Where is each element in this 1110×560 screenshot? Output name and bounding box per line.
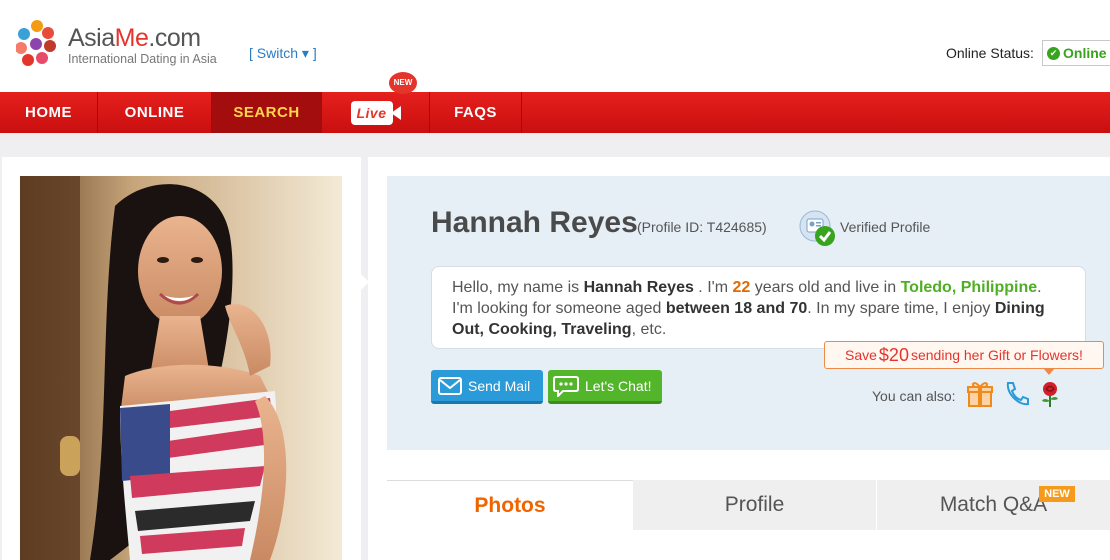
nav-home[interactable]: HOME [0, 92, 98, 133]
nav-live[interactable]: Live [322, 92, 430, 133]
profile-photo-image [20, 176, 342, 560]
nav-live-new-badge: NEW [389, 72, 417, 94]
lets-chat-label: Let's Chat! [585, 377, 652, 394]
tab-match-qa[interactable]: Match Q&A [877, 480, 1110, 530]
profile-name: Hannah Reyes [431, 206, 638, 239]
asiame-logo-icon[interactable] [16, 18, 58, 70]
profile-bio: Hello, my name is Hannah Reyes . I'm 22 … [431, 266, 1086, 349]
phone-icon[interactable] [1002, 380, 1030, 408]
rose-icon[interactable] [1036, 380, 1064, 408]
send-mail-button[interactable]: Send Mail [431, 370, 543, 404]
main-nav: HOME ONLINE SEARCH Live FAQS [0, 92, 1110, 133]
nav-online-label: ONLINE [124, 104, 185, 121]
nav-faqs-label: FAQS [454, 104, 497, 121]
online-status-label: Online Status: [946, 45, 1034, 61]
lets-chat-button[interactable]: Let's Chat! [548, 370, 662, 404]
online-status-select[interactable]: ✔ Online [1042, 40, 1110, 66]
check-circle-icon: ✔ [1047, 46, 1060, 60]
online-status-value: Online [1063, 45, 1107, 61]
nav-search[interactable]: SEARCH [212, 92, 322, 133]
profile-main-photo[interactable] [20, 176, 342, 560]
envelope-icon [438, 376, 462, 395]
gift-icon[interactable] [966, 380, 994, 408]
tab-profile-label: Profile [724, 493, 785, 516]
chat-bubble-icon [553, 375, 579, 397]
brand-tagline: International Dating in Asia [68, 52, 217, 66]
tab-match-qa-new-badge: NEW [1039, 486, 1075, 502]
profile-photo-card [2, 157, 369, 560]
tab-match-qa-label: Match Q&A [939, 493, 1048, 516]
nav-live-label: Live [350, 100, 393, 125]
profile-id: (Profile ID: T424685) [637, 219, 767, 235]
profile-tabs: Photos Profile Match Q&A [387, 480, 1110, 530]
nav-search-label: SEARCH [233, 104, 300, 121]
site-header: AsiaMe.com International Dating in Asia … [0, 0, 1110, 92]
verified-profile-label: Verified Profile [840, 219, 931, 235]
send-mail-label: Send Mail [468, 377, 531, 394]
nav-online[interactable]: ONLINE [98, 92, 212, 133]
nav-home-label: HOME [25, 104, 72, 121]
switch-link[interactable]: [ Switch ▾ ] [249, 45, 317, 62]
nav-faqs[interactable]: FAQS [430, 92, 522, 133]
tab-photos[interactable]: Photos [387, 480, 633, 530]
tab-photos-label: Photos [474, 493, 546, 517]
gift-promo-tooltip: Save $20 sending her Gift or Flowers! [824, 341, 1104, 375]
live-video-icon: Live [350, 100, 401, 126]
verified-badge-icon [799, 210, 835, 246]
brand-name[interactable]: AsiaMe.com [68, 24, 201, 53]
you-can-also-label: You can also: [872, 388, 956, 404]
tab-profile[interactable]: Profile [633, 480, 876, 530]
